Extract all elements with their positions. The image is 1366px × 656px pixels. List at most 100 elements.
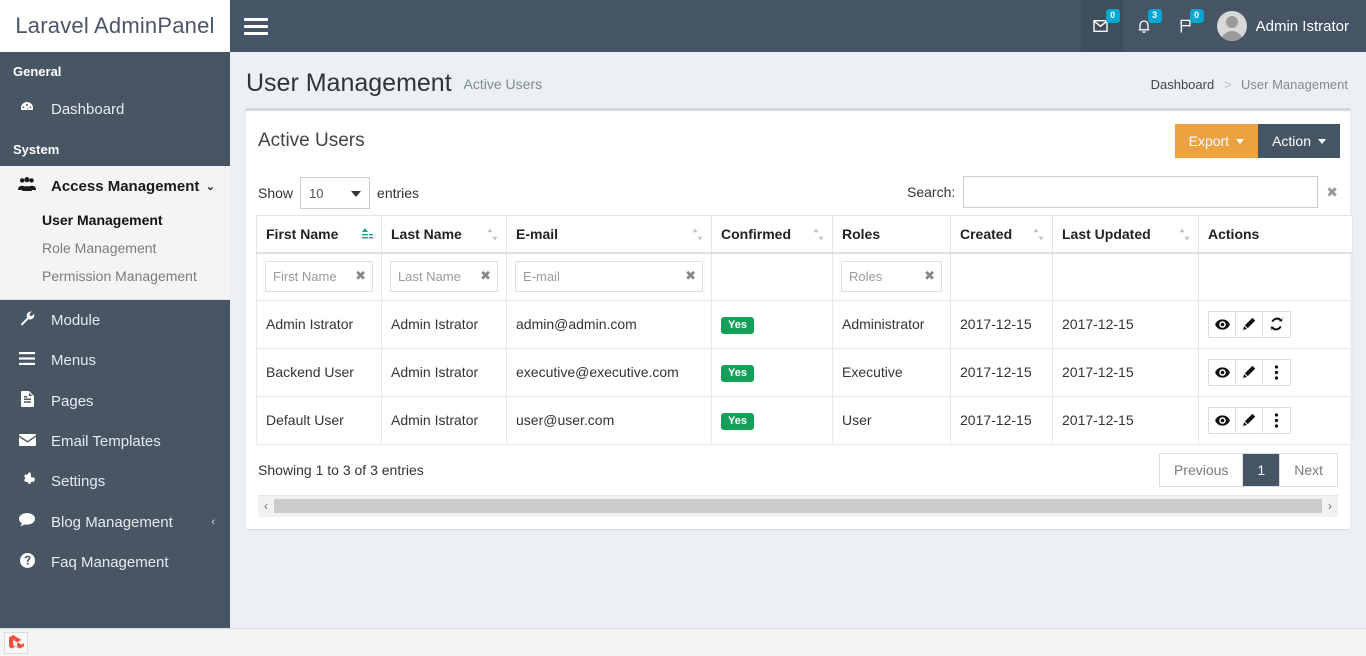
column-header-last-name[interactable]: Last Name	[381, 215, 507, 254]
eye-icon	[1214, 366, 1230, 378]
cell-created: 2017-12-15	[950, 347, 1053, 397]
more-button[interactable]	[1263, 407, 1290, 433]
search-clear-icon[interactable]: ✖	[1326, 184, 1338, 201]
laravel-logo-icon[interactable]	[4, 632, 28, 654]
cell-actions	[1198, 395, 1353, 445]
question-circle-icon	[17, 553, 37, 572]
card-header: Active Users Export Action	[246, 111, 1350, 171]
column-label: Actions	[1208, 226, 1260, 242]
dashboard-icon	[17, 99, 37, 119]
view-button[interactable]	[1209, 359, 1236, 385]
user-name: Admin Istrator	[1255, 17, 1349, 35]
sidebar-item-faq-management[interactable]: Faq Management	[0, 542, 230, 583]
filter-cell-last-name: ✖	[381, 252, 507, 301]
export-button[interactable]: Export	[1174, 124, 1259, 158]
sort-icon	[813, 228, 824, 241]
cell-first-name: Admin Istrator	[256, 299, 382, 349]
cell-confirmed: Yes	[711, 299, 833, 349]
sidebar-item-user-management[interactable]: User Management	[0, 206, 230, 234]
pencil-icon	[1243, 413, 1256, 426]
sidebar-item-menus[interactable]: Menus	[0, 341, 230, 380]
sidebar-item-role-management[interactable]: Role Management	[0, 234, 230, 262]
datatable-search: Search: ✖	[907, 176, 1338, 208]
breadcrumb-dashboard[interactable]: Dashboard	[1151, 77, 1215, 92]
horizontal-scrollbar[interactable]: ‹ ›	[258, 494, 1338, 517]
cell-roles: User	[832, 395, 951, 445]
hamburger-bar	[244, 17, 268, 21]
cell-confirmed: Yes	[711, 347, 833, 397]
scroll-left-arrow[interactable]: ‹	[258, 499, 274, 513]
column-header-roles[interactable]: Roles	[832, 215, 951, 254]
scroll-right-arrow[interactable]: ›	[1322, 499, 1338, 513]
app-root: Laravel AdminPanel General Dashboard Sys…	[0, 0, 1366, 656]
messages-button[interactable]: 0	[1080, 0, 1123, 52]
table-row: Default User Admin Istrator user@user.co…	[256, 395, 1353, 445]
edit-button[interactable]	[1236, 407, 1263, 433]
page-length-select[interactable]: 10 25 50 100	[300, 177, 371, 209]
email-filter-input[interactable]	[515, 261, 703, 293]
sidebar-item-permission-management[interactable]: Permission Management	[0, 262, 230, 290]
clear-icon[interactable]: ✖	[924, 268, 935, 284]
filter-cell-confirmed	[711, 252, 833, 301]
sort-icon	[692, 228, 703, 241]
clear-icon[interactable]: ✖	[355, 268, 366, 284]
sidebar-item-label-dashboard: Dashboard	[51, 100, 125, 118]
sidebar-toggle-button[interactable]	[244, 14, 268, 38]
restore-button[interactable]	[1263, 311, 1290, 337]
hamburger-bar	[244, 24, 268, 28]
sidebar-section-system: System	[13, 142, 60, 157]
cell-email: admin@admin.com	[506, 299, 712, 349]
sidebar-item-settings[interactable]: Settings	[0, 461, 230, 502]
tasks-badge: 0	[1189, 9, 1204, 23]
comment-icon	[17, 513, 37, 531]
column-header-first-name[interactable]: First Name	[256, 215, 382, 254]
hamburger-bar	[244, 31, 268, 35]
action-button[interactable]: Action	[1258, 124, 1340, 158]
page-subtitle: Active Users	[463, 75, 543, 92]
more-button[interactable]	[1263, 359, 1290, 385]
clear-icon[interactable]: ✖	[480, 268, 491, 284]
caret-down-icon	[1318, 138, 1326, 144]
sidebar-item-email-templates[interactable]: Email Templates	[0, 422, 230, 461]
page-length-control: Show 10 25 50 100 entries	[258, 177, 419, 209]
cell-actions	[1198, 299, 1353, 349]
sidebar-item-access-management[interactable]: Access Management ⌄	[0, 166, 230, 206]
chevron-down-icon: ⌄	[205, 180, 215, 193]
wrench-icon	[17, 311, 37, 330]
pagination-previous[interactable]: Previous	[1159, 453, 1244, 486]
row-action-group	[1208, 358, 1291, 386]
cell-roles: Administrator	[832, 299, 951, 349]
sidebar-item-dashboard[interactable]: Dashboard	[0, 88, 230, 130]
taskbar	[0, 628, 1366, 656]
sidebar-section-general: General	[13, 64, 62, 79]
column-header-last-updated[interactable]: Last Updated	[1052, 215, 1199, 254]
sidebar-item-label-access-management: Access Management	[51, 177, 200, 195]
sidebar-item-pages[interactable]: Pages	[0, 380, 230, 422]
column-label: Last Updated	[1062, 226, 1151, 242]
table-row: Admin Istrator Admin Istrator admin@admi…	[256, 299, 1353, 349]
edit-button[interactable]	[1236, 359, 1263, 385]
column-header-created[interactable]: Created	[950, 215, 1053, 254]
pencil-icon	[1243, 365, 1256, 378]
brand-title[interactable]: Laravel AdminPanel	[0, 0, 230, 52]
view-button[interactable]	[1209, 407, 1236, 433]
column-header-confirmed[interactable]: Confirmed	[711, 215, 833, 254]
sidebar-item-label-email-templates: Email Templates	[51, 433, 161, 450]
eye-icon	[1214, 414, 1230, 426]
card-title: Active Users	[258, 130, 365, 151]
clear-icon[interactable]: ✖	[685, 268, 696, 284]
column-header-email[interactable]: E-mail	[506, 215, 712, 254]
sidebar-item-module[interactable]: Module	[0, 300, 230, 341]
user-menu-button[interactable]: Admin Istrator	[1207, 0, 1366, 52]
notifications-button[interactable]: 3	[1123, 0, 1165, 52]
view-button[interactable]	[1209, 311, 1236, 337]
scrollbar-thumb[interactable]	[274, 499, 1322, 513]
row-action-group	[1208, 406, 1291, 434]
sidebar-item-blog-management[interactable]: Blog Management ‹	[0, 502, 230, 542]
tasks-button[interactable]: 0	[1165, 0, 1207, 52]
pagination-page-1[interactable]: 1	[1243, 453, 1281, 486]
search-input[interactable]	[963, 176, 1319, 208]
edit-button[interactable]	[1236, 311, 1263, 337]
sidebar-item-label-pages: Pages	[51, 392, 94, 410]
pagination-next[interactable]: Next	[1280, 453, 1337, 486]
